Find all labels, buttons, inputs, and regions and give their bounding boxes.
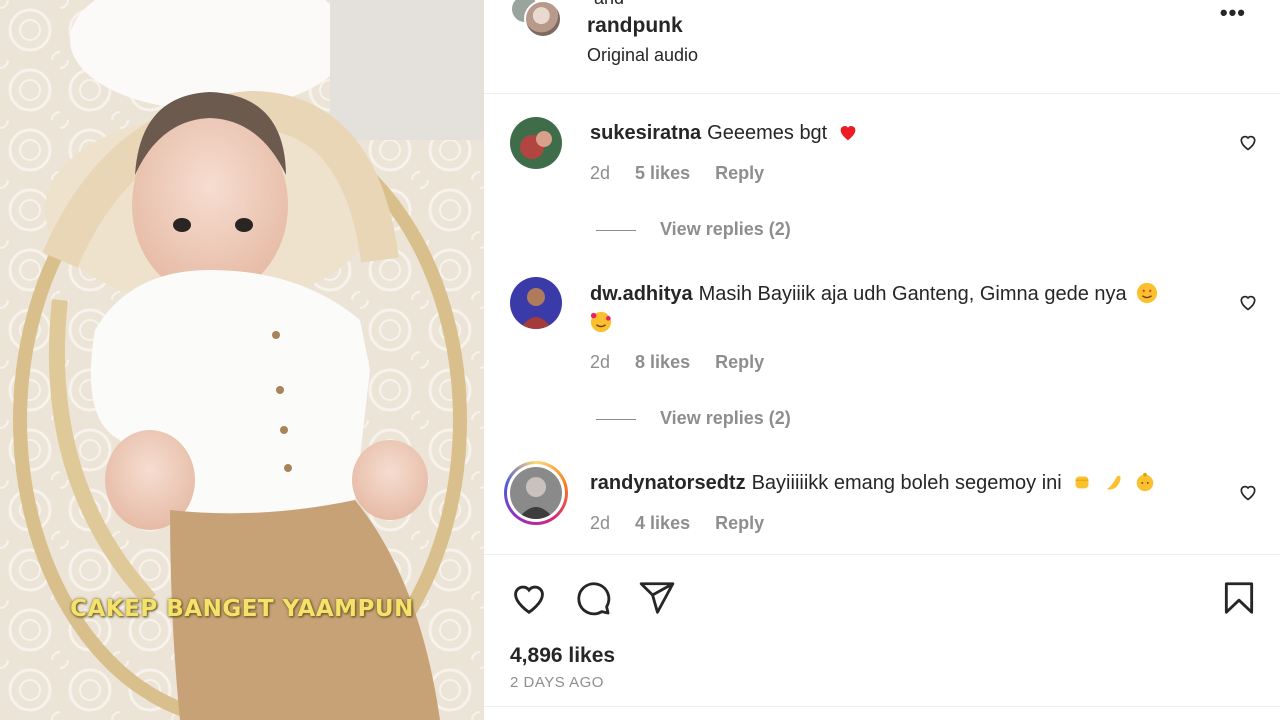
view-replies-label: View replies (2) xyxy=(660,408,791,428)
flexed-arm-icon xyxy=(1103,471,1125,493)
comment-meta: 2d 8 likes Reply xyxy=(590,352,784,373)
comment-username[interactable]: sukesiratna xyxy=(590,122,701,144)
heart-icon[interactable] xyxy=(510,579,548,617)
comment-age: 2d xyxy=(590,163,611,183)
share-icon[interactable] xyxy=(638,579,676,617)
view-replies-button[interactable]: View replies (2) xyxy=(596,408,791,429)
baby-icon xyxy=(1134,471,1156,493)
comment-username[interactable]: dw.adhitya xyxy=(590,283,693,305)
post-action-bar xyxy=(484,554,1280,644)
comment-meta: 2d 5 likes Reply xyxy=(590,163,784,184)
divider xyxy=(484,706,1280,707)
raised-fist-icon xyxy=(1071,471,1093,493)
post-likes-count[interactable]: 4,896 likes xyxy=(510,644,615,668)
comment-text: sukesiratna Geeemes bgt xyxy=(590,119,1210,148)
collab-connector-text: and xyxy=(594,0,624,9)
heart-eyes-icon xyxy=(1136,282,1158,304)
comment-username[interactable]: randynatorsedtz xyxy=(590,472,746,494)
audio-link[interactable]: Original audio xyxy=(587,45,698,66)
reply-button[interactable]: Reply xyxy=(715,513,764,533)
post-details-panel: and randpunk Original audio ••• sukesira… xyxy=(484,0,1280,720)
bookmark-icon[interactable] xyxy=(1220,579,1258,617)
avatar[interactable] xyxy=(510,277,562,329)
smiling-face-with-hearts-icon xyxy=(590,311,612,333)
comment-likes[interactable]: 4 likes xyxy=(635,513,690,533)
more-horizontal-icon[interactable]: ••• xyxy=(1220,0,1246,26)
comment-body: Bayiiiiikk emang boleh segemoy ini xyxy=(751,472,1062,494)
video-caption-overlay: CAKEP BANGET YAAMPUN xyxy=(70,596,414,622)
comment-body: Geeemes bgt xyxy=(707,122,828,144)
divider xyxy=(596,418,636,420)
comment-text: randynatorsedtz Bayiiiiikk emang boleh se… xyxy=(590,469,1210,498)
red-heart-icon xyxy=(837,121,859,143)
collab-avatars[interactable] xyxy=(510,0,566,40)
comment-age: 2d xyxy=(590,352,611,372)
like-comment-heart-icon[interactable] xyxy=(1238,482,1258,502)
avatar-story-ring[interactable] xyxy=(504,461,568,525)
avatar[interactable] xyxy=(510,117,562,169)
divider xyxy=(596,229,636,231)
post-timestamp: 2 DAYS AGO xyxy=(510,674,604,691)
like-comment-heart-icon[interactable] xyxy=(1238,132,1258,152)
comment-likes[interactable]: 5 likes xyxy=(635,163,690,183)
comment-age: 2d xyxy=(590,513,611,533)
comment-body: Masih Bayiiik aja udh Ganteng, Gimna ged… xyxy=(698,283,1127,305)
view-replies-button[interactable]: View replies (2) xyxy=(596,219,791,240)
post-media[interactable]: CAKEP BANGET YAAMPUN xyxy=(0,0,484,720)
view-replies-label: View replies (2) xyxy=(660,219,791,239)
comment-icon[interactable] xyxy=(574,579,612,617)
comment-text: dw.adhitya Masih Bayiiik aja udh Ganteng,… xyxy=(590,280,1210,338)
post-header: and randpunk Original audio ••• xyxy=(484,0,1280,94)
avatar-ring-gap xyxy=(507,464,565,522)
reply-button[interactable]: Reply xyxy=(715,352,764,372)
reply-button[interactable]: Reply xyxy=(715,163,764,183)
comment-likes[interactable]: 8 likes xyxy=(635,352,690,372)
comment-meta: 2d 4 likes Reply xyxy=(590,513,784,534)
avatar xyxy=(524,0,562,38)
post-author[interactable]: randpunk xyxy=(587,14,683,38)
like-comment-heart-icon[interactable] xyxy=(1238,292,1258,312)
